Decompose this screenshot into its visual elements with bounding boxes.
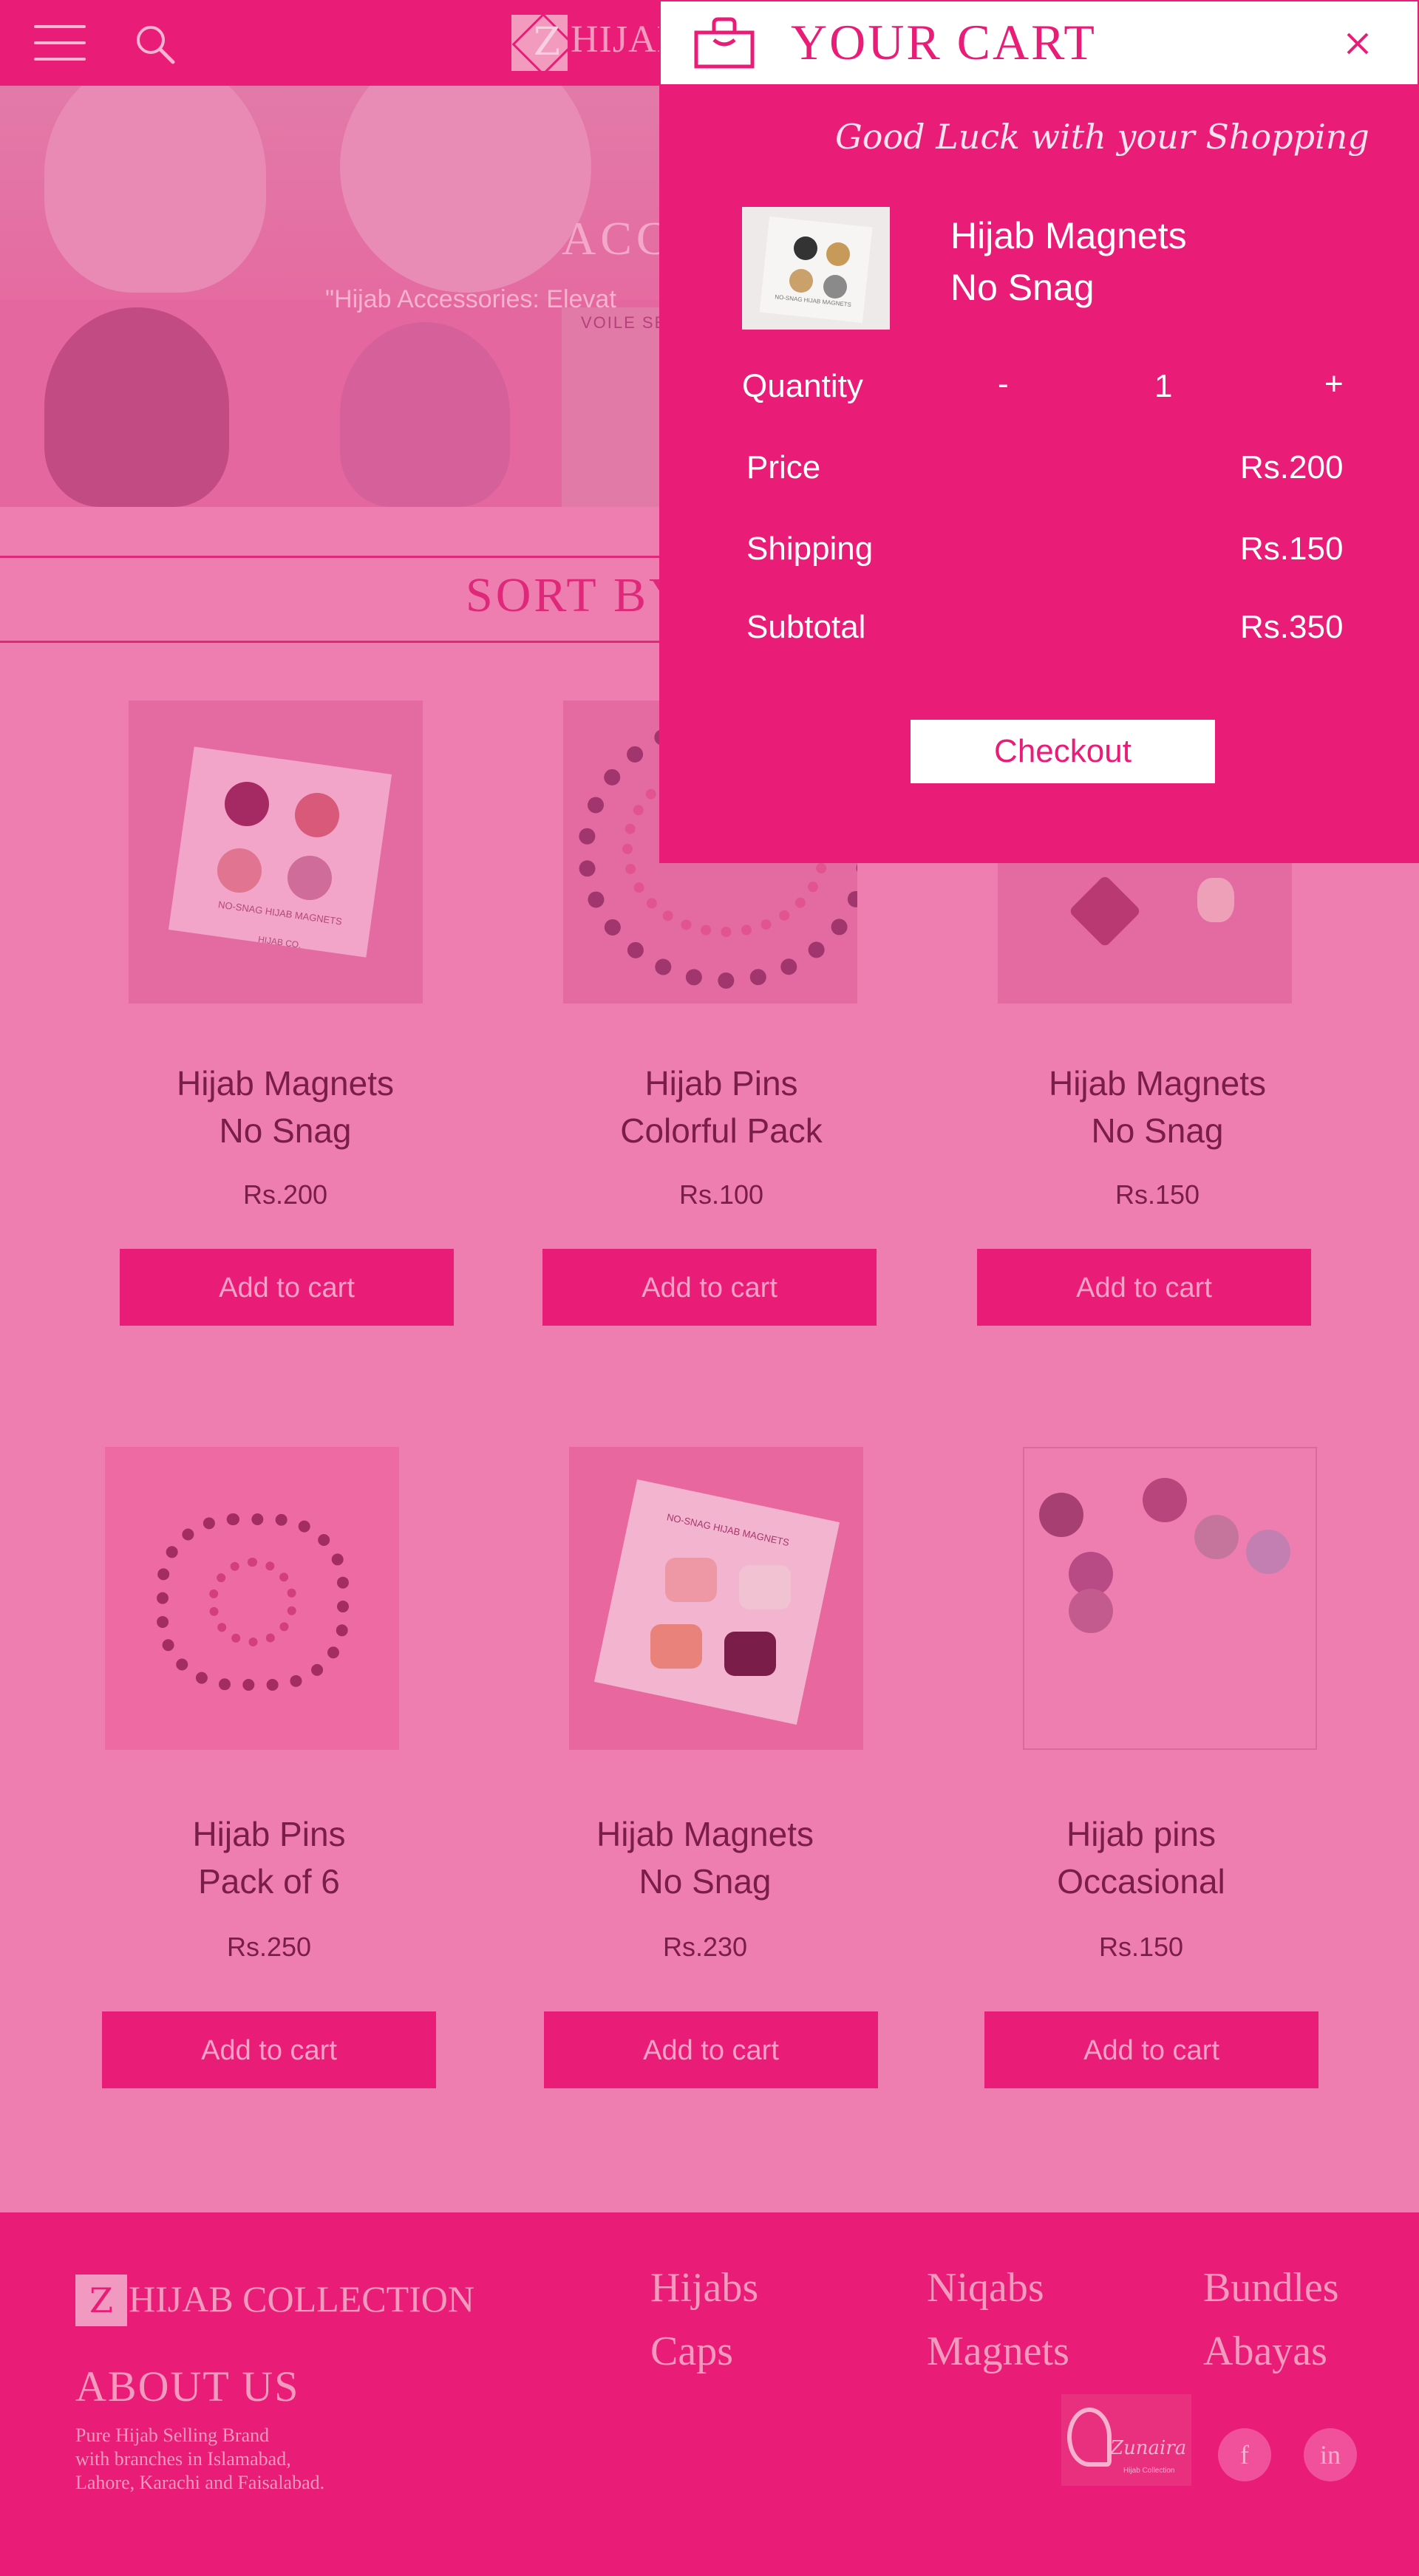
product-price: Rs.230 xyxy=(662,1932,748,1962)
subtotal-label: Subtotal xyxy=(746,609,866,645)
cart-title: YOUR CART xyxy=(791,14,1097,70)
brand-logo: Zunaira Hijab Collection xyxy=(1061,2394,1191,2486)
add-to-cart-button[interactable]: Add to cart xyxy=(544,2011,878,2088)
footer-link-bundles[interactable]: Bundles xyxy=(1203,2264,1339,2311)
model-photo xyxy=(340,322,510,507)
model-photo xyxy=(44,307,229,507)
cart-greeting: Good Luck with your Shopping xyxy=(835,117,1369,157)
footer-link-magnets[interactable]: Magnets xyxy=(927,2328,1069,2375)
product-price: Rs.150 xyxy=(1115,1179,1200,1210)
product-image[interactable]: NO-SNAG HIJAB MAGNETS xyxy=(569,1447,863,1750)
footer-logo-letter: Z xyxy=(89,2280,113,2320)
product-price: Rs.150 xyxy=(1098,1932,1184,1962)
footer-logo-text[interactable]: HIJAB COLLECTION xyxy=(129,2277,474,2320)
checkout-button[interactable]: Checkout xyxy=(911,720,1215,783)
quantity-value: 1 xyxy=(1154,368,1173,404)
footer-link-caps[interactable]: Caps xyxy=(650,2328,733,2375)
hero-label: VOILE SE xyxy=(581,313,667,332)
product-name[interactable]: Hijab Pins Pack of 6 xyxy=(99,1810,439,1905)
product-price: Rs.250 xyxy=(226,1932,312,1962)
brand-logo-sub: Hijab Collection xyxy=(1123,2467,1175,2475)
sort-by-button[interactable]: SORT BY xyxy=(466,568,687,624)
price-value: Rs.200 xyxy=(1240,449,1344,485)
facebook-icon[interactable]: f xyxy=(1218,2428,1271,2481)
linkedin-icon[interactable]: in xyxy=(1304,2428,1357,2481)
cart-item-name: Hijab Magnets No Snag xyxy=(950,215,1187,308)
add-to-cart-button[interactable]: Add to cart xyxy=(102,2011,436,2088)
hero-quote: "Hijab Accessories: Elevat xyxy=(325,285,616,313)
product-name[interactable]: Hijab Magnets No Snag xyxy=(115,1060,455,1154)
add-to-cart-button[interactable]: Add to cart xyxy=(984,2011,1318,2088)
about-us-text: Pure Hijab Selling Brand with branches i… xyxy=(75,2425,325,2493)
subtotal-value: Rs.350 xyxy=(1240,609,1344,645)
close-icon[interactable] xyxy=(1339,25,1376,62)
add-to-cart-button[interactable]: Add to cart xyxy=(977,1249,1311,1326)
product-price: Rs.100 xyxy=(678,1179,764,1210)
product-name[interactable]: Hijab Pins Colorful Pack xyxy=(551,1060,891,1154)
footer-link-niqabs[interactable]: Niqabs xyxy=(927,2264,1044,2311)
menu-icon[interactable] xyxy=(34,24,86,62)
add-to-cart-button[interactable]: Add to cart xyxy=(542,1249,877,1326)
search-icon[interactable] xyxy=(133,22,177,67)
quantity-increase-button[interactable]: + xyxy=(1320,365,1348,403)
cart-item-image: NO-SNAG HIJAB MAGNETS xyxy=(742,207,890,330)
quantity-decrease-button[interactable]: - xyxy=(993,365,1013,403)
shipping-value: Rs.150 xyxy=(1240,531,1344,567)
product-name[interactable]: Hijab Magnets No Snag xyxy=(987,1060,1327,1154)
shipping-label: Shipping xyxy=(746,531,874,567)
price-label: Price xyxy=(746,449,821,485)
product-price: Rs.200 xyxy=(242,1179,328,1210)
model-photo xyxy=(44,86,266,293)
shopping-bag-icon xyxy=(694,17,755,69)
footer-link-hijabs[interactable]: Hijabs xyxy=(650,2264,758,2311)
brand-logo-name: Zunaira xyxy=(1110,2437,1187,2459)
footer-link-abayas[interactable]: Abayas xyxy=(1203,2328,1327,2375)
product-image[interactable]: NO-SNAG HIJAB MAGNETS HIJAB CO. xyxy=(129,701,423,1004)
product-image[interactable] xyxy=(105,1447,399,1750)
quantity-label: Quantity xyxy=(742,368,863,404)
about-us-title: ABOUT US xyxy=(75,2362,300,2410)
add-to-cart-button[interactable]: Add to cart xyxy=(120,1249,454,1326)
logo-letter: Z xyxy=(533,20,561,64)
product-name[interactable]: Hijab Magnets No Snag xyxy=(535,1810,875,1905)
product-image[interactable] xyxy=(1023,1447,1317,1750)
hero-title: ACC xyxy=(562,212,673,265)
product-name[interactable]: Hijab pins Occasional xyxy=(971,1810,1311,1905)
